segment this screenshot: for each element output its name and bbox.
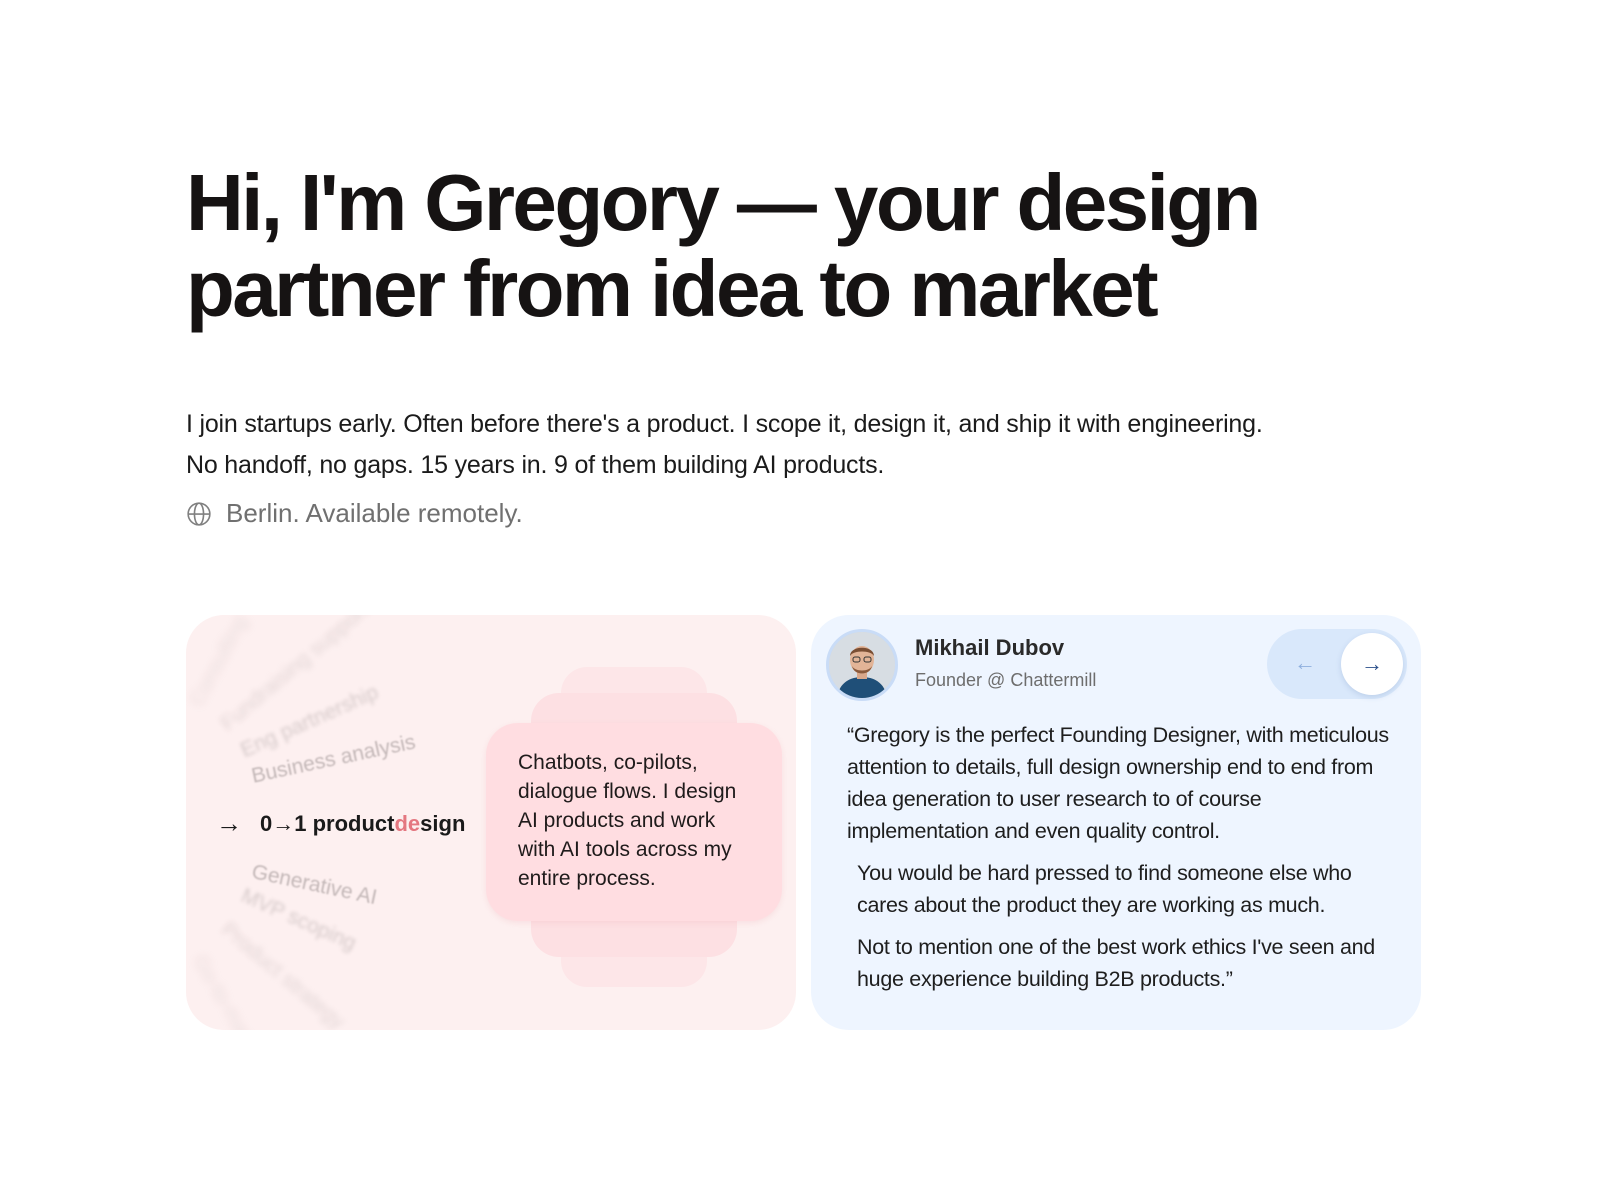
quote-paragraph: “Gregory is the perfect Founding Designe… [847,723,1389,843]
arrow-left-icon[interactable]: ← [1291,649,1319,677]
arrow-right-icon: → [216,808,242,838]
hero-subtitle: I join startups early. Often before ther… [186,404,1436,486]
hero-subtitle-line-1: I join startups early. Often before ther… [186,410,1263,438]
hero-subtitle-line-2: No handoff, no gaps. 15 years in. 9 of t… [186,451,885,479]
service-description-card: Chatbots, co-pilots, dialogue flows. I d… [486,723,782,921]
avatar [826,629,898,701]
service-active-suffix: sign [420,810,466,836]
services-card: Consulting Fundraising support Eng partn… [186,615,796,1030]
service-active-prefix: 0→1 product [260,810,395,836]
person-portrait-icon [829,632,895,698]
arrow-right-icon[interactable]: → [1341,633,1403,695]
location: Berlin. Available remotely. [186,498,1436,529]
testimonial-card: Mikhail Dubov Founder @ Chattermill ← → … [811,615,1421,1030]
hero: Hi, I'm Gregory — your design partner fr… [186,160,1436,529]
page-title: Hi, I'm Gregory — your design partner fr… [186,158,1261,333]
author-role: Founder @ Chattermill [915,670,1097,690]
testimonial-nav: ← → [1267,629,1407,699]
service-active-accent: de [394,810,421,836]
location-text: Berlin. Available remotely. [226,498,523,528]
service-item-active[interactable]: → 0→1 product de sign [216,808,465,839]
testimonial-quote: “Gregory is the perfect Founding Designe… [847,719,1392,1005]
quote-paragraph: Not to mention one of the best work ethi… [857,935,1375,991]
service-description: Chatbots, co-pilots, dialogue flows. I d… [518,751,737,890]
author-name: Mikhail Dubov [915,635,1065,660]
quote-paragraph: You would be hard pressed to find someon… [857,861,1352,917]
globe-icon [187,501,211,526]
